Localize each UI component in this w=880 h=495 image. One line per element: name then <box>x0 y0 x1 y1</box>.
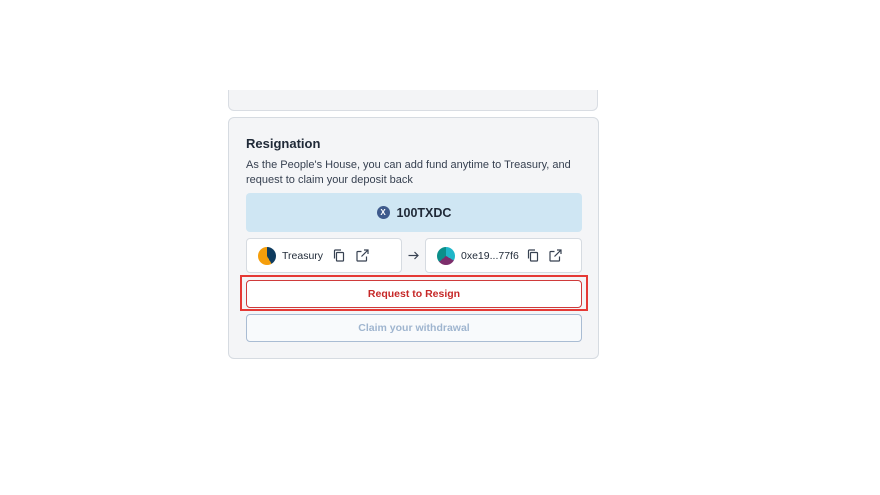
claim-withdrawal-button[interactable]: Claim your withdrawal <box>246 314 582 342</box>
page: Resignation As the People's House, you c… <box>0 0 880 495</box>
from-address-box: Treasury <box>246 238 402 273</box>
previous-card-edge <box>228 90 598 111</box>
wallet-avatar <box>437 246 455 265</box>
txdc-token-icon: X <box>376 206 390 219</box>
to-address: 0xe19...77f6 <box>461 249 519 262</box>
treasury-avatar <box>258 246 276 265</box>
resignation-card: Resignation As the People's House, you c… <box>228 117 599 359</box>
copy-icon[interactable] <box>525 248 541 264</box>
copy-icon[interactable] <box>331 248 347 264</box>
card-description: As the People's House, you can add fund … <box>246 159 571 186</box>
external-link-icon[interactable] <box>354 248 370 264</box>
from-label: Treasury <box>282 249 324 262</box>
external-link-icon[interactable] <box>548 248 564 264</box>
to-address-box: 0xe19...77f6 <box>425 238 582 273</box>
amount-value: 100TXDC <box>396 205 452 220</box>
arrow-right-icon <box>407 249 420 262</box>
amount-display: X 100TXDC <box>246 193 582 232</box>
card-title: Resignation <box>246 136 321 151</box>
request-to-resign-button[interactable]: Request to Resign <box>246 280 582 308</box>
